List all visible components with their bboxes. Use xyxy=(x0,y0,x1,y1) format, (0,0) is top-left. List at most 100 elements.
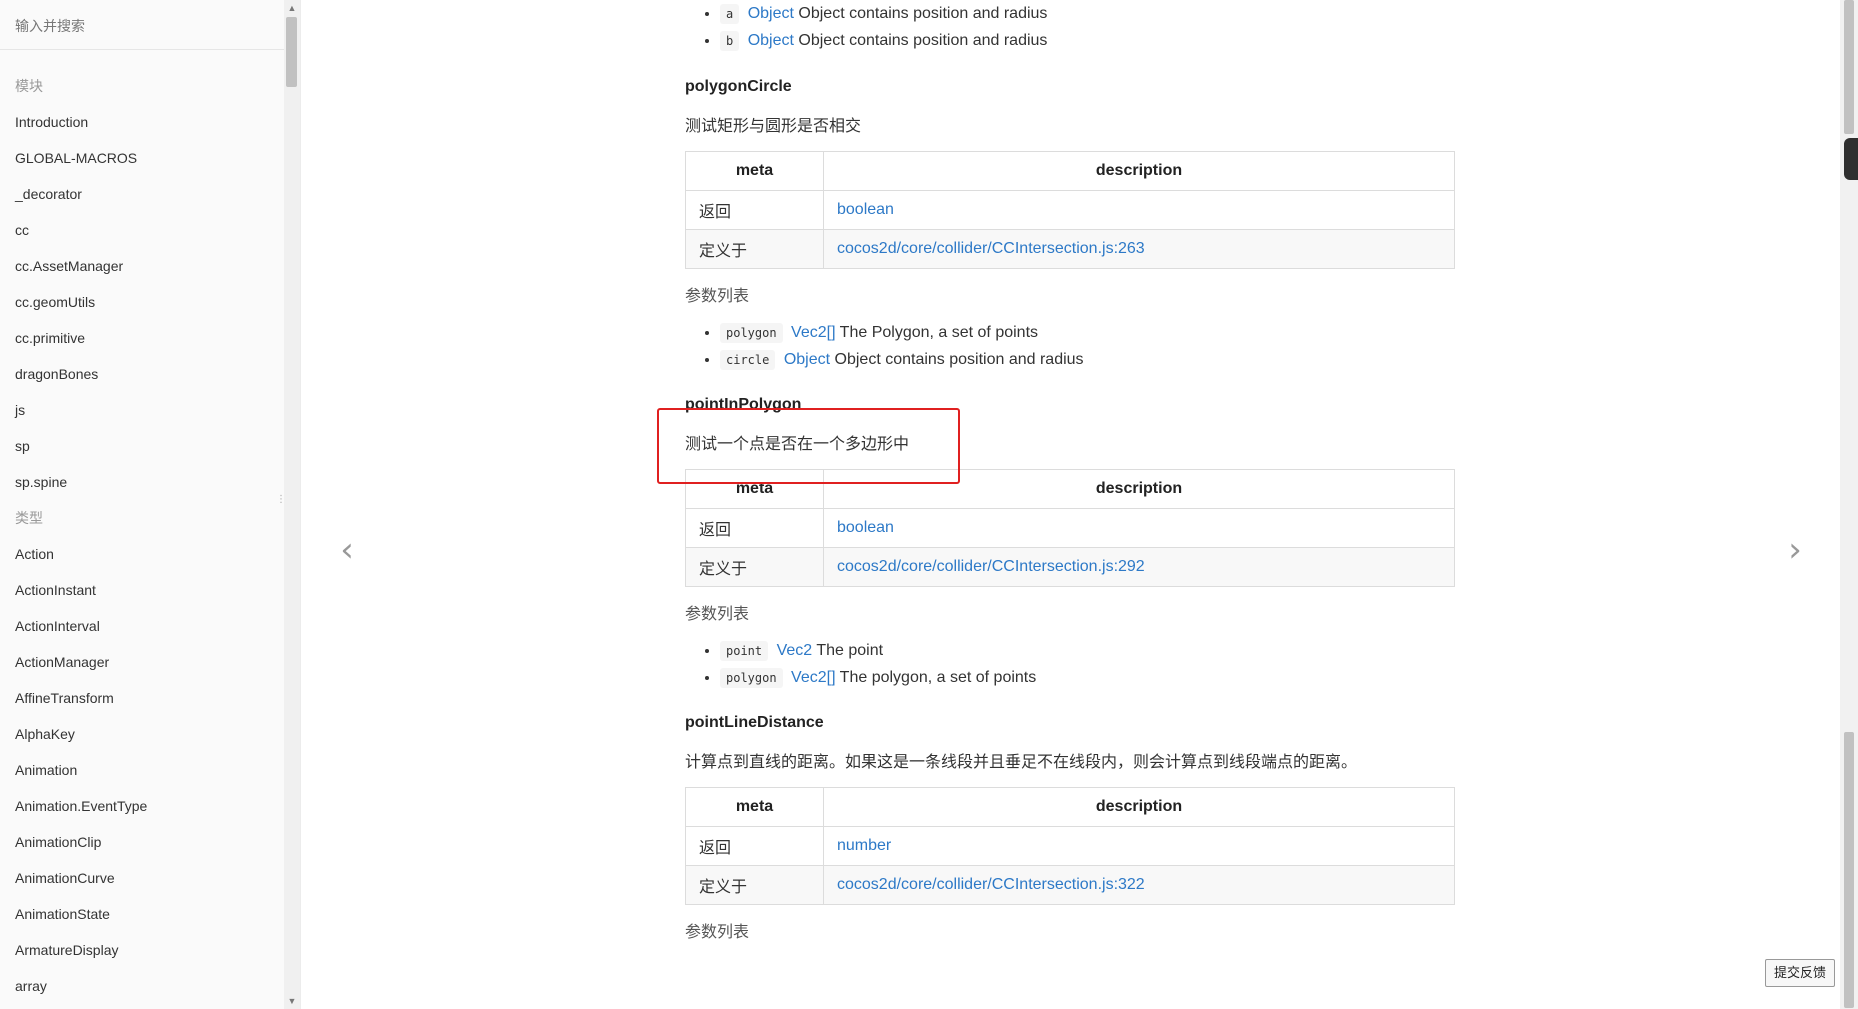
list-item: point Vec2 The point xyxy=(720,637,1457,664)
param-name: point xyxy=(720,641,769,661)
highlight-annotation-box xyxy=(657,408,960,484)
param-name: a xyxy=(720,4,740,24)
list-item: b Object Object contains position and ra… xyxy=(720,27,1457,54)
row-label: 返回 xyxy=(685,508,824,548)
table-header-meta: meta xyxy=(685,151,824,191)
method-title-polygon-circle: polygonCircle xyxy=(685,78,792,95)
type-link[interactable]: Object xyxy=(784,351,830,368)
return-type-link[interactable]: number xyxy=(837,837,891,854)
sidebar-type-item[interactable]: AnimationClip xyxy=(0,824,300,860)
source-link[interactable]: cocos2d/core/collider/CCIntersection.js:… xyxy=(837,240,1145,257)
list-item: polygon Vec2[] The Polygon, a set of poi… xyxy=(720,319,1457,346)
param-name: circle xyxy=(720,350,776,370)
return-type-link[interactable]: boolean xyxy=(837,201,894,218)
types-list: Action ActionInstant ActionInterval ActionM… xyxy=(0,536,300,1004)
sidebar-module-item[interactable]: sp.spine xyxy=(0,464,300,500)
row-label: 返回 xyxy=(685,826,824,866)
page-scrollbar-upper-segment[interactable] xyxy=(1844,0,1854,134)
sidebar-type-item[interactable]: AnimationState xyxy=(0,896,300,932)
param-desc: The Polygon, a set of points xyxy=(839,324,1039,341)
types-section-title: 类型 xyxy=(15,510,43,526)
param-list: a Object Object contains position and ra… xyxy=(685,0,1457,54)
return-type-link[interactable]: boolean xyxy=(837,519,894,536)
sidebar-type-item[interactable]: AlphaKey xyxy=(0,716,300,752)
sidebar-type-item[interactable]: AffineTransform xyxy=(0,680,300,716)
table-header-description: description xyxy=(823,787,1455,827)
param-list: point Vec2 The point polygon Vec2[] The … xyxy=(685,637,1457,691)
sidebar-module-item[interactable]: cc.AssetManager xyxy=(0,248,300,284)
page-scroll-thumb[interactable] xyxy=(1844,732,1854,1008)
param-desc: Object contains position and radius xyxy=(798,5,1048,22)
table-header-description: description xyxy=(823,151,1455,191)
table-row: 定义于 cocos2d/core/collider/CCIntersection.… xyxy=(685,229,1455,269)
param-desc: The point xyxy=(816,642,884,659)
params-label: 参数列表 xyxy=(685,606,750,623)
param-name: b xyxy=(720,31,740,51)
list-item: polygon Vec2[] The polygon, a set of poi… xyxy=(720,664,1457,691)
param-list: polygon Vec2[] The Polygon, a set of poi… xyxy=(685,319,1457,373)
search-input[interactable]: 输入并搜索 xyxy=(0,0,300,50)
param-desc: Object contains position and radius xyxy=(834,351,1084,368)
sidebar-type-item[interactable]: array xyxy=(0,968,300,1004)
modules-list: Introduction GLOBAL-MACROS _decorator cc cc.… xyxy=(0,104,300,500)
sidebar-type-item[interactable]: Animation.EventType xyxy=(0,788,300,824)
param-name: polygon xyxy=(720,668,783,688)
sidebar-module-item[interactable]: Introduction xyxy=(0,104,300,140)
sidebar-type-item[interactable]: AnimationCurve xyxy=(0,860,300,896)
method-description: 计算点到直线的距离。如果这是一条线段并且垂足不在线段内，则会计算点到线段端点的距… xyxy=(685,754,1358,771)
param-desc: Object contains position and radius xyxy=(798,32,1048,49)
meta-table: meta description 返回 number 定义于 cocos2d/core… xyxy=(685,787,1455,905)
sidebar-module-item[interactable]: _decorator xyxy=(0,176,300,212)
sidebar-module-item[interactable]: sp xyxy=(0,428,300,464)
source-link[interactable]: cocos2d/core/collider/CCIntersection.js:… xyxy=(837,558,1145,575)
row-label: 定义于 xyxy=(685,865,824,905)
list-item: circle Object Object contains position a… xyxy=(720,346,1457,373)
table-row: 返回 boolean xyxy=(685,508,1455,548)
param-name: polygon xyxy=(720,323,783,343)
sidebar-type-item[interactable]: Action xyxy=(0,536,300,572)
row-label: 定义于 xyxy=(685,229,824,269)
params-label: 参数列表 xyxy=(685,288,750,305)
table-row: 定义于 cocos2d/core/collider/CCIntersection.… xyxy=(685,547,1455,587)
modules-section-title: 模块 xyxy=(15,78,43,94)
table-row: 返回 boolean xyxy=(685,190,1455,230)
resize-handle[interactable]: ⋮ xyxy=(276,495,286,513)
sidebar-module-item[interactable]: cc xyxy=(0,212,300,248)
type-link[interactable]: Vec2 xyxy=(777,642,813,659)
type-link[interactable]: Object xyxy=(748,5,794,22)
table-header-meta: meta xyxy=(685,787,824,827)
scroll-down-arrow-icon[interactable]: ▼ xyxy=(284,993,300,1009)
method-title-point-line-distance: pointLineDistance xyxy=(685,714,824,731)
params-label: 参数列表 xyxy=(685,924,750,941)
table-row: 定义于 cocos2d/core/collider/CCIntersection.… xyxy=(685,865,1455,905)
sidebar-scrollbar[interactable]: ▲ ▼ xyxy=(284,0,300,1009)
param-desc: The polygon, a set of points xyxy=(839,669,1037,686)
source-link[interactable]: cocos2d/core/collider/CCIntersection.js:… xyxy=(837,876,1145,893)
meta-table: meta description 返回 boolean 定义于 cocos2d/cor… xyxy=(685,469,1455,587)
sidebar-module-item[interactable]: cc.geomUtils xyxy=(0,284,300,320)
feedback-button[interactable]: 提交反馈 xyxy=(1765,959,1835,987)
method-description: 测试矩形与圆形是否相交 xyxy=(685,118,862,135)
row-label: 返回 xyxy=(685,190,824,230)
type-link[interactable]: Object xyxy=(748,32,794,49)
next-page-arrow-icon[interactable]: › xyxy=(1780,530,1810,570)
sidebar-scroll-thumb[interactable] xyxy=(286,17,297,87)
sidebar-module-item[interactable]: GLOBAL-MACROS xyxy=(0,140,300,176)
sidebar: 输入并搜索 模块 Introduction GLOBAL-MACROS _decor… xyxy=(0,0,301,1009)
row-label: 定义于 xyxy=(685,547,824,587)
sidebar-type-item[interactable]: ActionManager xyxy=(0,644,300,680)
prev-page-arrow-icon[interactable]: ‹ xyxy=(332,530,362,570)
sidebar-module-item[interactable]: dragonBones xyxy=(0,356,300,392)
sidebar-type-item[interactable]: ActionInterval xyxy=(0,608,300,644)
side-tool-widget[interactable] xyxy=(1844,138,1858,180)
list-item: a Object Object contains position and ra… xyxy=(720,0,1457,27)
type-link[interactable]: Vec2[] xyxy=(791,669,835,686)
type-link[interactable]: Vec2[] xyxy=(791,324,835,341)
sidebar-type-item[interactable]: ArmatureDisplay xyxy=(0,932,300,968)
meta-table: meta description 返回 boolean 定义于 cocos2d/cor… xyxy=(685,151,1455,269)
sidebar-module-item[interactable]: cc.primitive xyxy=(0,320,300,356)
sidebar-type-item[interactable]: ActionInstant xyxy=(0,572,300,608)
sidebar-module-item[interactable]: js xyxy=(0,392,300,428)
sidebar-type-item[interactable]: Animation xyxy=(0,752,300,788)
scroll-up-arrow-icon[interactable]: ▲ xyxy=(284,0,300,16)
